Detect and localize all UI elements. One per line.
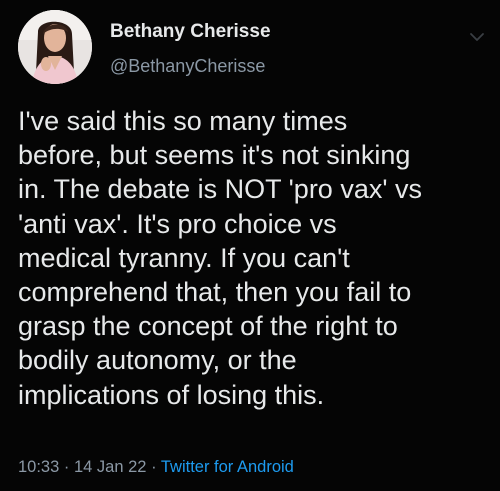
display-name[interactable]: Bethany Cherisse bbox=[110, 20, 271, 44]
meta-separator: · bbox=[63, 458, 70, 476]
user-names: Bethany Cherisse @BethanyCherisse bbox=[110, 20, 271, 78]
user-handle[interactable]: @BethanyCherisse bbox=[110, 54, 271, 78]
chevron-down-icon[interactable] bbox=[468, 28, 486, 46]
tweet-header: Bethany Cherisse @BethanyCherisse bbox=[18, 10, 488, 86]
tweet-source-link[interactable]: Twitter for Android bbox=[161, 458, 294, 476]
avatar[interactable] bbox=[18, 10, 92, 84]
tweet-card: Bethany Cherisse @BethanyCherisse I've s… bbox=[0, 0, 500, 491]
tweet-text: I've said this so many times before, but… bbox=[18, 106, 422, 410]
meta-separator: · bbox=[151, 458, 157, 476]
tweet-date[interactable]: 14 Jan 22 bbox=[74, 458, 146, 476]
profile-photo-icon bbox=[18, 10, 92, 84]
tweet-meta: 10:33 · 14 Jan 22 · Twitter for Android bbox=[18, 456, 294, 478]
tweet-time[interactable]: 10:33 bbox=[18, 458, 59, 476]
